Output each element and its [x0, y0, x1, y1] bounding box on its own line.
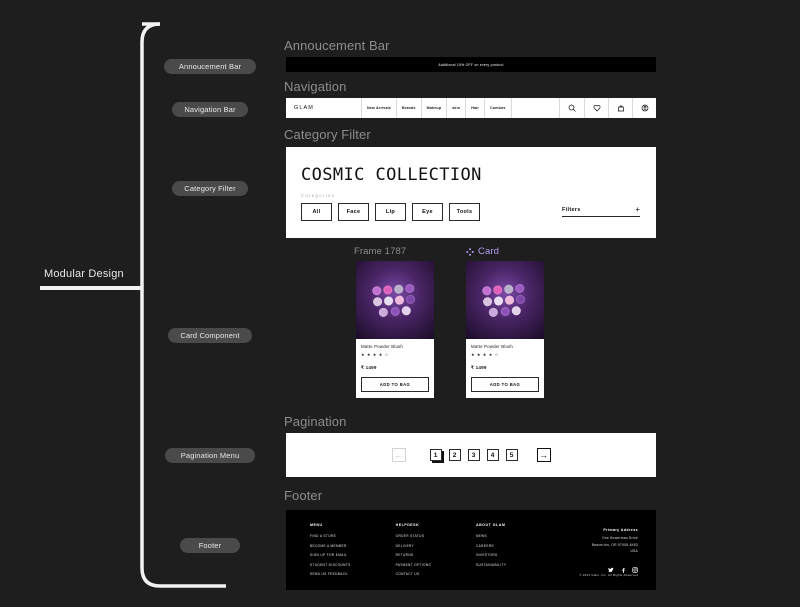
frame-label: Frame 1787 [354, 246, 407, 257]
add-to-bag-button[interactable]: ADD TO BAG [361, 377, 429, 392]
footer-column-about: ABOUT GLAM NEWS CAREERS INVESTORS SUSTAI… [476, 523, 506, 582]
footer-column-menu: MENU FIND A STORE BECOME A MEMBER SIGN U… [310, 523, 351, 582]
nav-links: New Arrivals Brands Makeup skin Hair Com… [362, 98, 512, 118]
footer-link[interactable]: INVESTORS [476, 553, 506, 557]
figma-component-icon [466, 247, 474, 256]
pagination-page-5[interactable]: 5 [505, 449, 518, 461]
component-label: Card [478, 246, 499, 257]
component-label-wrap: Card [466, 246, 499, 257]
rating-stars: ★ ★ ★ ★ ☆ [471, 352, 499, 357]
nav-link-skin[interactable]: skin [447, 98, 467, 118]
category-button-all[interactable]: All [301, 203, 332, 221]
footer-address-block: Primary Address One Bowerman Drive Beave… [592, 528, 638, 578]
address-line: USA [630, 549, 638, 553]
pagination-page-3[interactable]: 3 [467, 449, 480, 461]
category-filter-panel: COSMIC COLLECTION Categories All Face Li… [286, 147, 656, 238]
pagination-page-1[interactable]: 1 [429, 449, 442, 461]
nav-link-makeup[interactable]: Makeup [422, 98, 448, 118]
product-details: Matte Powder Blush ★ ★ ★ ★ ☆ ₹ 1499 ADD … [356, 339, 434, 398]
footer-link[interactable]: CONTACT US [396, 572, 431, 576]
product-image [356, 261, 434, 339]
palette-art [481, 281, 529, 318]
product-price: ₹ 1499 [361, 365, 377, 370]
footer-link[interactable]: ORDER STATUS [396, 534, 431, 538]
category-button-tools[interactable]: Tools [449, 203, 480, 221]
category-button-face[interactable]: Face [338, 203, 369, 221]
node-annoucement-bar[interactable]: Annoucement Bar [164, 59, 256, 74]
footer-link[interactable]: DELIVERY [396, 544, 431, 548]
node-footer[interactable]: Footer [180, 538, 240, 553]
announcement-bar: Additional 15% OFF on every product [286, 57, 656, 72]
root-stem [40, 286, 142, 290]
nav-link-brands[interactable]: Brands [397, 98, 422, 118]
footer-link[interactable]: SEND US FEEDBACK [310, 572, 351, 576]
announcement-message: Additional 15% OFF on every product [438, 62, 504, 67]
address-heading: Primary Address [603, 528, 638, 532]
footer-columns: MENU FIND A STORE BECOME A MEMBER SIGN U… [310, 523, 506, 582]
copyright-text: © 2024 Glam, Inc. All Rights Reserved [579, 573, 638, 577]
design-board: Modular Design Annoucement Bar Navigatio… [0, 0, 800, 607]
footer-heading: HELPDESK [395, 523, 420, 527]
footer-link[interactable]: BECOME A MEMBER [310, 544, 351, 548]
pagination-prev-button[interactable]: ← [391, 448, 406, 462]
nav-link-combos[interactable]: Combos [485, 98, 512, 118]
footer-link[interactable]: PAYMENT OPTIONS [396, 563, 431, 567]
plus-icon: + [635, 205, 640, 214]
footer-link[interactable]: SIGN UP FOR EMAIL [310, 553, 351, 557]
node-card-component[interactable]: Card Component [168, 328, 252, 343]
footer-link[interactable]: RETURNS [396, 553, 431, 557]
section-title-category-filter: Category Filter [284, 127, 371, 142]
navigation-bar: GLAM New Arrivals Brands Makeup skin Hai… [286, 98, 656, 118]
footer-link[interactable]: SUSTAINABILITY [476, 563, 506, 567]
section-title-navigation: Navigation [284, 79, 347, 94]
root-label: Modular Design [44, 268, 124, 280]
product-name: Matte Powder Blush [361, 344, 403, 349]
footer-link[interactable]: NEWS [476, 534, 506, 538]
category-button-eye[interactable]: Eye [412, 203, 443, 221]
footer-column-helpdesk: HELPDESK ORDER STATUS DELIVERY RETURNS P… [396, 523, 431, 582]
footer-link[interactable]: FIND A STORE [310, 534, 351, 538]
account-icon[interactable] [632, 98, 656, 118]
nav-link-hair[interactable]: Hair [466, 98, 486, 118]
footer: MENU FIND A STORE BECOME A MEMBER SIGN U… [286, 510, 656, 590]
footer-heading: MENU [310, 523, 323, 527]
product-name: Matte Powder Blush [471, 344, 513, 349]
search-icon[interactable] [560, 98, 584, 118]
collection-heading: COSMIC COLLECTION [301, 165, 482, 185]
footer-link[interactable]: CAREERS [476, 544, 506, 548]
section-title-pagination: Pagination [284, 414, 347, 429]
product-card[interactable]: Matte Powder Blush ★ ★ ★ ★ ☆ ₹ 1499 ADD … [466, 261, 544, 398]
pagination-page-4[interactable]: 4 [486, 449, 499, 461]
category-button-group: All Face Lip Eye Tools [301, 203, 480, 221]
product-price: ₹ 1499 [471, 365, 487, 370]
add-to-bag-button[interactable]: ADD TO BAG [471, 377, 539, 392]
rating-stars: ★ ★ ★ ★ ☆ [361, 352, 389, 357]
address-line: One Bowerman Drive [602, 536, 638, 540]
node-category-filter[interactable]: Category Filter [172, 181, 248, 196]
bag-icon[interactable] [608, 98, 632, 118]
node-navigation-bar[interactable]: Navigation Bar [172, 102, 248, 117]
palette-art [371, 281, 419, 318]
category-button-lip[interactable]: Lip [375, 203, 406, 221]
pagination-next-button[interactable]: → [536, 448, 551, 462]
categories-subheading: Categories [301, 193, 336, 198]
section-title-announcement: Annoucement Bar [284, 38, 390, 53]
section-title-footer: Footer [284, 488, 323, 503]
filters-dropdown[interactable]: Filters + [562, 205, 640, 217]
footer-link[interactable]: STUDENT DISCOUNTS [310, 563, 351, 567]
nav-spacer [512, 98, 560, 118]
footer-heading: ABOUT GLAM [475, 523, 506, 527]
address-line: Beaverton, OR 97005-6453 [591, 542, 638, 547]
nav-link-new-arrivals[interactable]: New Arrivals [362, 98, 398, 118]
heart-icon[interactable] [584, 98, 608, 118]
node-pagination-menu[interactable]: Pagination Menu [165, 448, 255, 463]
product-image [466, 261, 544, 339]
product-card[interactable]: Matte Powder Blush ★ ★ ★ ★ ☆ ₹ 1499 ADD … [356, 261, 434, 398]
pagination-page-2[interactable]: 2 [448, 449, 461, 461]
nav-logo[interactable]: GLAM [286, 98, 362, 118]
pagination-bar: ← 1 2 3 4 5 → [286, 433, 656, 477]
product-details: Matte Powder Blush ★ ★ ★ ★ ☆ ₹ 1499 ADD … [466, 339, 544, 398]
nav-icon-group [560, 98, 656, 118]
filters-label: Filters [562, 207, 581, 213]
